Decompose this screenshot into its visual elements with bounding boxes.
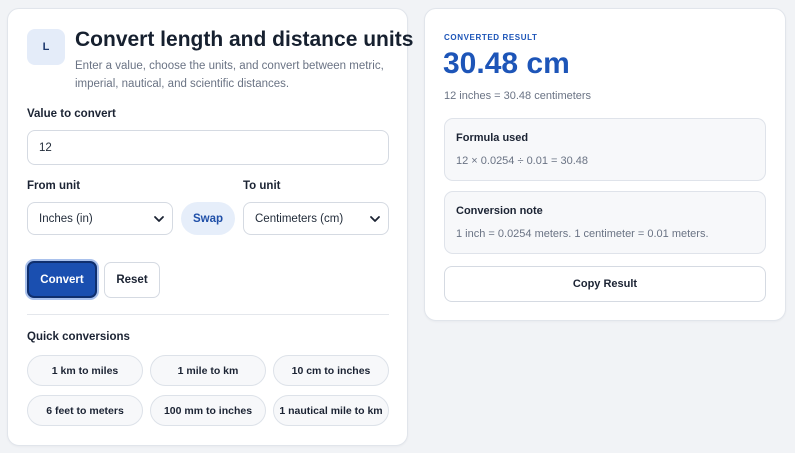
from-unit-value: Inches (in): [39, 212, 93, 225]
to-unit-select[interactable]: Centimeters (cm): [243, 202, 389, 235]
formula-title: Formula used: [456, 132, 529, 144]
reset-button[interactable]: Reset: [104, 262, 160, 298]
formula-box: Formula used 12 × 0.0254 ÷ 0.01 = 30.48: [444, 118, 766, 181]
swap-button[interactable]: Swap: [181, 202, 235, 235]
from-unit-label: From unit: [27, 180, 81, 192]
divider: [27, 314, 389, 315]
page-subtitle: Enter a value, choose the units, and con…: [75, 60, 384, 90]
page-title: Convert length and distance units: [75, 28, 414, 51]
value-input-text: 12: [39, 141, 52, 154]
convert-button[interactable]: Convert: [27, 261, 97, 298]
quick-conversion-chip[interactable]: 1 km to miles: [27, 355, 143, 386]
result-summary: 12 inches = 30.48 centimeters: [444, 90, 592, 102]
formula-text: 12 × 0.0254 ÷ 0.01 = 30.48: [456, 155, 589, 167]
value-input[interactable]: 12: [27, 130, 389, 165]
quick-conversion-chip[interactable]: 1 nautical mile to km: [273, 395, 389, 426]
conversion-note-box: Conversion note 1 inch = 0.0254 meters. …: [444, 191, 766, 254]
chevron-down-icon: [370, 216, 380, 222]
result-eyebrow: CONVERTED RESULT: [444, 33, 538, 42]
to-unit-label: To unit: [243, 180, 281, 192]
value-label: Value to convert: [27, 108, 116, 120]
from-unit-select[interactable]: Inches (in): [27, 202, 173, 235]
result-panel: CONVERTED RESULT 30.48 cm 12 inches = 30…: [424, 8, 786, 321]
quick-conversion-chip[interactable]: 100 mm to inches: [150, 395, 266, 426]
app-logo: L: [27, 29, 65, 65]
quick-conversion-chip[interactable]: 6 feet to meters: [27, 395, 143, 426]
note-title: Conversion note: [456, 205, 543, 217]
to-unit-value: Centimeters (cm): [255, 212, 344, 225]
quick-conversion-chip[interactable]: 10 cm to inches: [273, 355, 389, 386]
quick-conversion-chip[interactable]: 1 mile to km: [150, 355, 266, 386]
note-text: 1 inch = 0.0254 meters. 1 centimeter = 0…: [456, 228, 709, 240]
result-value: 30.48 cm: [443, 47, 570, 80]
converter-panel: L Convert length and distance units Ente…: [7, 8, 413, 446]
quick-conversions-title: Quick conversions: [27, 331, 130, 343]
chevron-down-icon: [154, 216, 164, 222]
copy-result-button[interactable]: Copy Result: [444, 266, 766, 302]
